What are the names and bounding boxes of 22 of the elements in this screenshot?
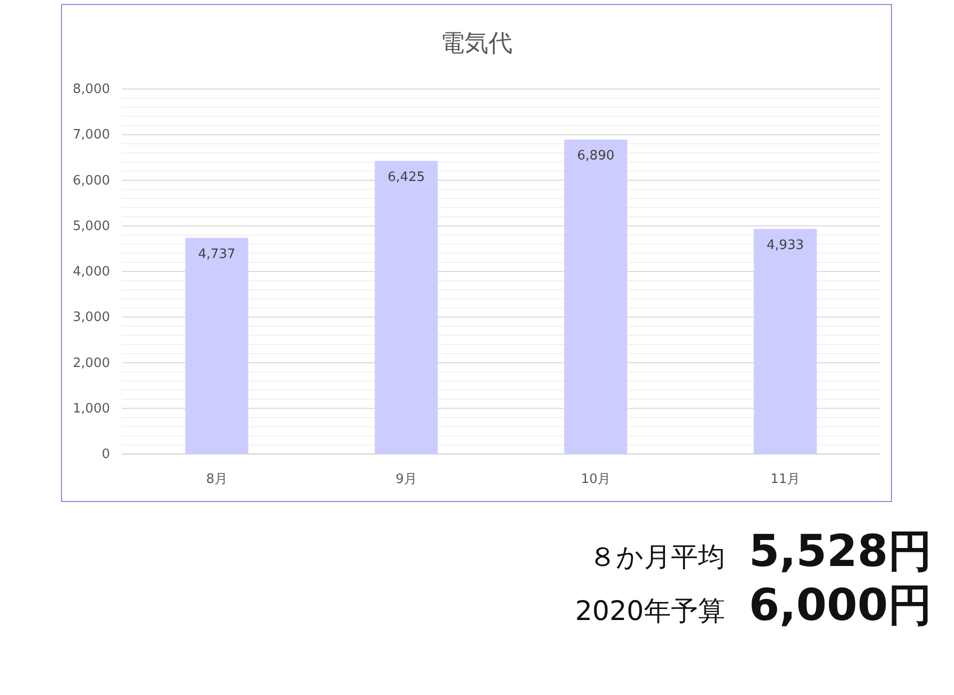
y-tick-label: 6,000 [72, 173, 110, 188]
summary-label: ８か月平均 [588, 541, 725, 575]
x-tick-label: 8月 [206, 472, 228, 487]
x-tick-label: 11月 [770, 472, 800, 487]
y-tick-label: 7,000 [72, 128, 110, 143]
data-label: 4,933 [766, 238, 804, 253]
y-tick-label: 5,000 [72, 218, 110, 234]
chart-title: 電気代 [440, 29, 512, 57]
summary-label: 2020年予算 [575, 595, 725, 629]
y-tick-label: 0 [102, 447, 110, 462]
y-tick-label: 1,000 [72, 401, 110, 416]
data-label: 6,425 [388, 170, 425, 185]
summary-value: 6,000円 [748, 579, 932, 633]
x-tick-label: 10月 [580, 472, 611, 487]
y-tick-label: 8,000 [72, 82, 110, 97]
data-label: 4,737 [198, 246, 236, 262]
data-label: 6,890 [577, 148, 614, 164]
y-tick-label: 3,000 [72, 310, 110, 326]
summary-value: 5,528円 [748, 525, 932, 579]
y-tick-label: 2,000 [72, 356, 110, 371]
y-tick-label: 4,000 [72, 264, 110, 280]
x-tick-label: 9月 [396, 472, 417, 487]
